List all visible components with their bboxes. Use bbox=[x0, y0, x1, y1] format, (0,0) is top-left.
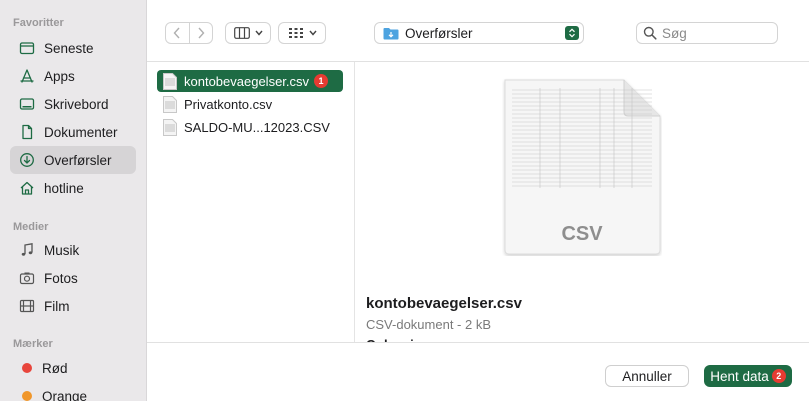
step-badge: 1 bbox=[314, 74, 329, 88]
red-tag-dot bbox=[22, 363, 32, 373]
csv-file-icon bbox=[163, 72, 177, 90]
grid-icon bbox=[288, 28, 303, 38]
document-icon bbox=[18, 123, 36, 141]
up-down-chevron-icon bbox=[565, 26, 579, 40]
sidebar-item-film[interactable]: Film bbox=[10, 292, 136, 320]
location-label: Overførsler bbox=[405, 25, 473, 41]
csv-document-preview-icon: CSV bbox=[504, 79, 661, 255]
sidebar: Favoritter Seneste Apps Skrivebord Dokum… bbox=[0, 0, 147, 401]
search-field[interactable]: Søg bbox=[636, 22, 778, 44]
sidebar-item-label: Musik bbox=[44, 242, 80, 258]
apps-icon bbox=[18, 67, 36, 85]
sidebar-item-hotline[interactable]: hotline bbox=[10, 174, 136, 202]
downloads-icon bbox=[18, 151, 36, 169]
file-name: SALDO-MU...12023.CSV bbox=[184, 119, 330, 135]
sidebar-item-label: hotline bbox=[44, 180, 84, 196]
group-view-button[interactable] bbox=[278, 22, 326, 44]
chevron-left-icon bbox=[173, 27, 180, 39]
sidebar-item-label: Seneste bbox=[44, 40, 94, 56]
file-row[interactable]: kontobevaegelser.csv 1 bbox=[157, 70, 343, 92]
forward-button[interactable] bbox=[188, 23, 213, 43]
sidebar-item-recent[interactable]: Seneste bbox=[10, 34, 136, 62]
sidebar-item-photos[interactable]: Fotos bbox=[10, 264, 136, 292]
preview-file-name: kontobevaegelser.csv bbox=[366, 295, 522, 312]
file-row[interactable]: Privatkonto.csv bbox=[157, 93, 343, 115]
bottom-bar: Annuller Hent data 2 bbox=[147, 342, 809, 401]
file-name: kontobevaegelser.csv bbox=[184, 73, 310, 89]
sidebar-item-music[interactable]: Musik bbox=[10, 236, 136, 264]
tags-heading: Mærker bbox=[13, 338, 53, 350]
get-data-label: Hent data bbox=[710, 368, 769, 384]
sidebar-item-label: Apps bbox=[44, 68, 75, 84]
columns-icon bbox=[233, 27, 250, 39]
preview-pane: CSV kontobevaegelser.csv CSV-dokument - … bbox=[355, 62, 809, 343]
file-name: Privatkonto.csv bbox=[184, 96, 273, 112]
toolbar: Overførsler Søg bbox=[147, 0, 809, 62]
sidebar-item-label: Rød bbox=[42, 360, 68, 376]
back-button[interactable] bbox=[166, 23, 189, 43]
preview-file-kind: CSV-dokument - 2 kB bbox=[366, 317, 491, 332]
csv-file-icon bbox=[163, 95, 177, 113]
sidebar-item-tag-red[interactable]: Rød bbox=[10, 354, 136, 382]
column-view-button[interactable] bbox=[225, 22, 271, 44]
csv-file-icon bbox=[163, 118, 177, 136]
home-icon bbox=[18, 179, 36, 197]
chevron-right-icon bbox=[198, 27, 205, 39]
search-placeholder: Søg bbox=[662, 25, 687, 41]
desktop-icon bbox=[18, 95, 36, 113]
media-heading: Medier bbox=[13, 221, 49, 233]
location-popup[interactable]: Overførsler bbox=[374, 22, 584, 44]
chevron-down-icon bbox=[254, 30, 263, 36]
svg-text:CSV: CSV bbox=[561, 223, 603, 245]
file-list: kontobevaegelser.csv 1 Privatkonto.csv S… bbox=[147, 62, 355, 342]
step-badge: 2 bbox=[771, 369, 786, 383]
search-icon bbox=[643, 26, 657, 40]
sidebar-item-desktop[interactable]: Skrivebord bbox=[10, 90, 136, 118]
orange-tag-dot bbox=[22, 391, 32, 401]
sidebar-item-label: Overførsler bbox=[44, 152, 112, 168]
chevron-down-icon bbox=[308, 30, 317, 36]
get-data-button[interactable]: Hent data 2 bbox=[704, 365, 792, 387]
camera-icon bbox=[18, 269, 36, 287]
sidebar-item-tag-orange[interactable]: Orange bbox=[10, 382, 136, 401]
film-icon bbox=[18, 297, 36, 315]
sidebar-item-apps[interactable]: Apps bbox=[10, 62, 136, 90]
favorites-heading: Favoritter bbox=[13, 17, 64, 29]
sidebar-item-documents[interactable]: Dokumenter bbox=[10, 118, 136, 146]
sidebar-item-label: Film bbox=[44, 298, 70, 314]
sidebar-item-label: Fotos bbox=[44, 270, 78, 286]
sidebar-item-label: Skrivebord bbox=[44, 96, 109, 112]
sidebar-item-downloads[interactable]: Overførsler bbox=[10, 146, 136, 174]
music-icon bbox=[18, 241, 36, 259]
clock-folder-icon bbox=[18, 39, 36, 57]
file-row[interactable]: SALDO-MU...12023.CSV bbox=[157, 116, 343, 138]
sidebar-item-label: Orange bbox=[42, 388, 88, 401]
cancel-button[interactable]: Annuller bbox=[605, 365, 689, 387]
sidebar-item-label: Dokumenter bbox=[44, 124, 118, 140]
folder-icon bbox=[383, 27, 399, 39]
navigation-buttons bbox=[165, 22, 213, 44]
